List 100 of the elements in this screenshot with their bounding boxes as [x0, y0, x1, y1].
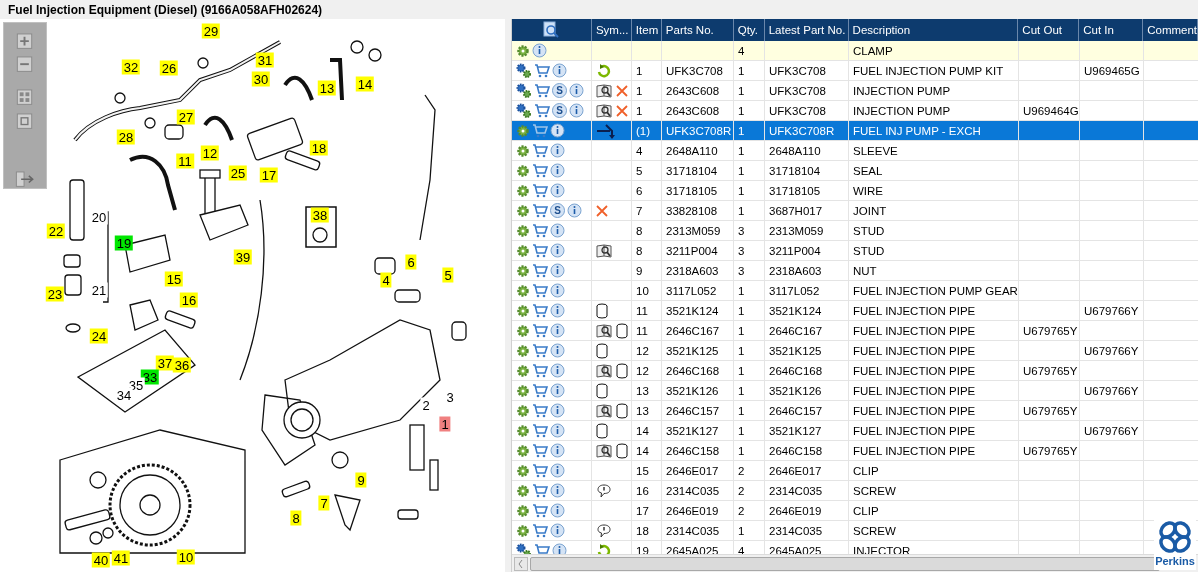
info-icon[interactable] — [550, 523, 565, 538]
info-icon[interactable] — [569, 83, 584, 98]
cart-icon[interactable] — [532, 323, 548, 338]
gear-icon[interactable] — [516, 183, 530, 198]
table-row[interactable]: 14 3521K127 1 3521K127 FUEL INJECTION PIPE U679766Y — [512, 421, 1198, 441]
cart-icon[interactable] — [532, 203, 548, 218]
callout-tag[interactable]: 23 — [45, 286, 65, 302]
cart-icon[interactable] — [532, 483, 548, 498]
callout-tag[interactable]: 8 — [290, 510, 302, 526]
gear-icon[interactable] — [516, 203, 530, 218]
gear-icon[interactable] — [516, 123, 530, 138]
cart-icon[interactable] — [532, 243, 548, 258]
info-icon[interactable] — [550, 243, 565, 258]
cart-icon[interactable] — [534, 103, 550, 118]
info-icon[interactable] — [550, 463, 565, 478]
info-icon[interactable] — [552, 63, 567, 78]
info-icon[interactable] — [569, 103, 584, 118]
table-row[interactable]: 8 3211P004 3 3211P004 STUD — [512, 241, 1198, 261]
cart-icon[interactable] — [534, 543, 550, 554]
info-icon[interactable] — [550, 183, 565, 198]
table-row[interactable]: 4 CLAMP — [512, 41, 1198, 61]
gear-icon[interactable] — [516, 223, 530, 238]
gear-icon[interactable] — [516, 443, 530, 458]
info-icon[interactable] — [550, 283, 565, 298]
callout-tag[interactable]: 40 — [91, 552, 111, 568]
callout-tag[interactable]: 1 — [439, 416, 451, 432]
callout-tag[interactable]: 24 — [89, 328, 109, 344]
info-icon[interactable] — [550, 483, 565, 498]
cart-icon[interactable] — [532, 123, 548, 138]
gears-icon[interactable] — [516, 62, 532, 79]
cart-icon[interactable] — [532, 143, 548, 158]
s-badge[interactable]: S — [550, 203, 565, 218]
info-icon[interactable] — [550, 223, 565, 238]
callout-tag[interactable]: 5 — [442, 267, 454, 283]
callout-tag[interactable]: 12 — [200, 145, 220, 161]
table-row[interactable]: S 1 2643C608 1 UFK3C708 INJECTION PUMP U969464G — [512, 101, 1198, 121]
info-icon[interactable] — [550, 363, 565, 378]
info-icon[interactable] — [550, 343, 565, 358]
table-row[interactable]: 14 2646C158 1 2646C158 FUEL INJECTION PIPE U679765Y — [512, 441, 1198, 461]
column-header[interactable]: Qty. — [737, 24, 758, 36]
zoom-in-icon[interactable] — [16, 33, 34, 51]
gears-icon[interactable] — [516, 542, 532, 554]
column-header[interactable]: Cut Out — [1022, 24, 1062, 36]
info-icon[interactable] — [532, 43, 547, 58]
info-icon[interactable] — [550, 143, 565, 158]
callout-tag[interactable]: 18 — [309, 140, 329, 156]
callout-tag[interactable]: 31 — [255, 52, 275, 68]
cart-icon[interactable] — [532, 163, 548, 178]
callout-tag[interactable]: 22 — [46, 223, 66, 239]
callout-tag[interactable]: 30 — [251, 71, 271, 87]
callout-tag[interactable]: 32 — [121, 59, 141, 75]
table-row[interactable]: 1 UFK3C708 1 UFK3C708 FUEL INJECTION PUMP KIT U969465G — [512, 61, 1198, 81]
column-header[interactable]: Cut In — [1083, 24, 1114, 36]
table-row[interactable]: 13 3521K126 1 3521K126 FUEL INJECTION PIPE U679766Y — [512, 381, 1198, 401]
callout-tag[interactable]: 9 — [355, 472, 367, 488]
cart-icon[interactable] — [532, 403, 548, 418]
cart-icon[interactable] — [532, 443, 548, 458]
info-icon[interactable] — [550, 403, 565, 418]
table-row[interactable]: 16 2314C035 2 2314C035 SCREW — [512, 481, 1198, 501]
callout-tag[interactable]: 15 — [164, 271, 184, 287]
column-header[interactable]: Comment — [1147, 24, 1198, 36]
actual-size-icon[interactable] — [16, 112, 34, 130]
cart-icon[interactable] — [532, 283, 548, 298]
table-row[interactable]: (1) UFK3C708R 1 UFK3C708R FUEL INJ PUMP - EXCH — [512, 121, 1198, 141]
table-row[interactable]: 15 2646E017 2 2646E017 CLIP — [512, 461, 1198, 481]
info-icon[interactable] — [567, 203, 582, 218]
table-row[interactable]: S 1 2643C608 1 UFK3C708 INJECTION PUMP — [512, 81, 1198, 101]
table-row[interactable]: 10 3117L052 1 3117L052 FUEL INJECTION PUMP GEAR — [512, 281, 1198, 301]
table-row[interactable]: 8 2313M059 3 2313M059 STUD — [512, 221, 1198, 241]
column-header[interactable]: Parts No. — [665, 24, 714, 36]
table-row[interactable]: 18 2314C035 1 2314C035 SCREW — [512, 521, 1198, 541]
cart-icon[interactable] — [532, 303, 548, 318]
horizontal-scrollbar[interactable] — [512, 554, 1198, 572]
info-icon[interactable] — [552, 543, 567, 554]
cart-icon[interactable] — [532, 463, 548, 478]
gear-icon[interactable] — [516, 283, 530, 298]
info-icon[interactable] — [550, 263, 565, 278]
export-icon[interactable] — [15, 170, 35, 189]
cart-icon[interactable] — [532, 523, 548, 538]
callout-tag[interactable]: 14 — [355, 76, 375, 92]
cart-icon[interactable] — [532, 263, 548, 278]
table-row[interactable]: 12 3521K125 1 3521K125 FUEL INJECTION PIPE U679766Y — [512, 341, 1198, 361]
info-icon[interactable] — [550, 303, 565, 318]
table-row[interactable]: 6 31718105 1 31718105 WIRE — [512, 181, 1198, 201]
gears-icon[interactable] — [516, 82, 532, 99]
gear-icon[interactable] — [516, 463, 530, 478]
table-row[interactable]: 9 2318A603 3 2318A603 NUT — [512, 261, 1198, 281]
cart-icon[interactable] — [532, 363, 548, 378]
gear-icon[interactable] — [516, 323, 530, 338]
callout-tag[interactable]: 36 — [172, 357, 192, 373]
gear-icon[interactable] — [516, 243, 530, 258]
gear-icon[interactable] — [516, 263, 530, 278]
info-icon[interactable] — [550, 163, 565, 178]
gear-icon[interactable] — [516, 523, 530, 538]
table-row[interactable]: 13 2646C157 1 2646C157 FUEL INJECTION PIPE U679765Y — [512, 401, 1198, 421]
gear-icon[interactable] — [516, 43, 530, 58]
table-row[interactable]: 11 3521K124 1 3521K124 FUEL INJECTION PIPE U679766Y — [512, 301, 1198, 321]
gears-icon[interactable] — [516, 102, 532, 119]
callout-tag[interactable]: 10 — [176, 549, 196, 565]
cart-icon[interactable] — [532, 383, 548, 398]
